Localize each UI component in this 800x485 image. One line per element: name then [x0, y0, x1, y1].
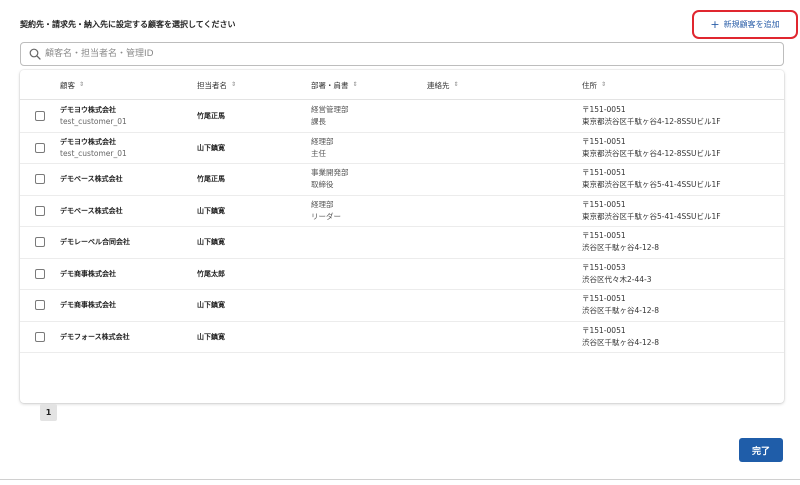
customer-table: 顧客 ⇕ 担当者名 ⇕ 部署・肩書 ⇕ 連絡先 ⇕ 住所 ⇕ デモヨウ株式会社 test_c… [20, 70, 784, 403]
postal-code: 〒151-0051 [582, 325, 626, 335]
postal-code: 〒151-0051 [582, 294, 626, 304]
contact-name: 山下鎮寛 [197, 206, 225, 215]
address: 東京都渋谷区千駄ヶ谷5-41-4SSUビル1F [582, 211, 721, 221]
customer-name: デモレーベル合同会社 [60, 238, 130, 247]
department: 経理部 [311, 136, 334, 146]
job-title: 主任 [311, 148, 326, 158]
page-button-1[interactable]: 1 [40, 404, 57, 421]
postal-code: 〒151-0051 [582, 199, 626, 209]
customer-name: デモヨウ株式会社 [60, 106, 116, 115]
header-contact[interactable]: 担当者名 ⇕ [197, 70, 236, 100]
row-checkbox[interactable] [35, 174, 45, 184]
table-row[interactable]: デモフォース株式会社 山下鎮寛 〒151-0051 渋谷区千駄ヶ谷4-12-8 [20, 322, 784, 353]
table-row[interactable]: デモヨウ株式会社 test_customer_01 山下鎮寛 経理部主任 〒151… [20, 133, 784, 164]
department: 事業開発部 [311, 168, 349, 178]
contact-name: 山下鎮寛 [197, 238, 225, 247]
sort-icon: ⇕ [352, 81, 358, 88]
header-customer[interactable]: 顧客 ⇕ [60, 70, 84, 100]
table-row[interactable]: デモベース株式会社 竹尾正馬 事業開発部取締役 〒151-0051 東京都渋谷区千… [20, 164, 784, 196]
row-checkbox[interactable] [35, 268, 45, 279]
address: 渋谷区千駄ヶ谷4-12-8 [582, 306, 659, 316]
row-checkbox[interactable] [35, 111, 45, 121]
job-title: 取締役 [311, 180, 334, 190]
table-row[interactable]: デモベース株式会社 山下鎮寛 経理部リーダー 〒151-0051 東京都渋谷区千駄… [20, 196, 784, 227]
contact-name: 山下鎮寛 [197, 332, 225, 341]
header-address[interactable]: 住所 ⇕ [582, 70, 606, 100]
row-checkbox[interactable] [35, 300, 45, 310]
customer-name: デモベース株式会社 [60, 175, 123, 184]
customer-id: test_customer_01 [60, 117, 127, 127]
postal-code: 〒151-0051 [582, 231, 626, 241]
row-checkbox[interactable] [35, 142, 45, 153]
address: 東京都渋谷区千駄ヶ谷4-12-8SSUビル1F [582, 117, 721, 127]
search-icon [29, 48, 41, 60]
add-customer-label: 新規顧客を追加 [723, 20, 780, 29]
sort-icon: ⇕ [231, 81, 237, 88]
divider [0, 479, 800, 480]
department: 経営管理部 [311, 105, 349, 115]
contact-name: 山下鎮寛 [197, 143, 225, 152]
address: 東京都渋谷区千駄ヶ谷4-12-8SSUビル1F [582, 148, 721, 158]
customer-name: デモベース株式会社 [60, 206, 123, 215]
header-phone[interactable]: 連絡先 ⇕ [427, 70, 459, 100]
contact-name: 山下鎮寛 [197, 301, 225, 310]
table-row[interactable]: デモ商事株式会社 山下鎮寛 〒151-0051 渋谷区千駄ヶ谷4-12-8 [20, 290, 784, 322]
customer-name: デモヨウ株式会社 [60, 137, 116, 146]
customer-name: デモ商事株式会社 [60, 269, 116, 278]
done-button[interactable]: 完了 [739, 438, 783, 462]
department: 経理部 [311, 199, 334, 209]
address: 渋谷区千駄ヶ谷4-12-8 [582, 337, 659, 347]
search-input[interactable] [45, 43, 783, 65]
table-header: 顧客 ⇕ 担当者名 ⇕ 部署・肩書 ⇕ 連絡先 ⇕ 住所 ⇕ [20, 70, 784, 100]
postal-code: 〒151-0051 [582, 136, 626, 146]
contact-name: 竹尾正馬 [197, 175, 225, 184]
add-customer-button[interactable]: + 新規顧客を追加 [692, 10, 798, 39]
instruction-text: 契約先・請求先・納入先に設定する顧客を選択してください [20, 20, 236, 29]
table-row[interactable]: デモレーベル合同会社 山下鎮寛 〒151-0051 渋谷区千駄ヶ谷4-12-8 [20, 227, 784, 259]
row-checkbox[interactable] [35, 205, 45, 216]
contact-name: 竹尾正馬 [197, 112, 225, 121]
row-checkbox[interactable] [35, 331, 45, 342]
sort-icon: ⇕ [79, 81, 85, 88]
address: 渋谷区千駄ヶ谷4-12-8 [582, 243, 659, 253]
sort-icon: ⇕ [601, 81, 607, 88]
job-title: リーダー [311, 211, 341, 221]
sort-icon: ⇕ [453, 81, 459, 88]
customer-id: test_customer_01 [60, 148, 127, 158]
address: 東京都渋谷区千駄ヶ谷5-41-4SSUビル1F [582, 180, 721, 190]
customer-name: デモ商事株式会社 [60, 301, 116, 310]
postal-code: 〒151-0051 [582, 168, 626, 178]
search-bar [20, 42, 784, 66]
table-row[interactable]: デモ商事株式会社 竹尾太郎 〒151-0053 渋谷区代々木2-44-3 [20, 259, 784, 290]
plus-icon: + [710, 18, 720, 31]
header-department[interactable]: 部署・肩書 ⇕ [311, 70, 358, 100]
job-title: 課長 [311, 117, 326, 127]
postal-code: 〒151-0051 [582, 105, 626, 115]
customer-name: デモフォース株式会社 [60, 332, 130, 341]
table-row[interactable]: デモヨウ株式会社 test_customer_01 竹尾正馬 経営管理部課長 〒1… [20, 101, 784, 133]
address: 渋谷区代々木2-44-3 [582, 274, 652, 284]
row-checkbox[interactable] [35, 237, 45, 247]
contact-name: 竹尾太郎 [197, 269, 225, 278]
postal-code: 〒151-0053 [582, 262, 626, 272]
